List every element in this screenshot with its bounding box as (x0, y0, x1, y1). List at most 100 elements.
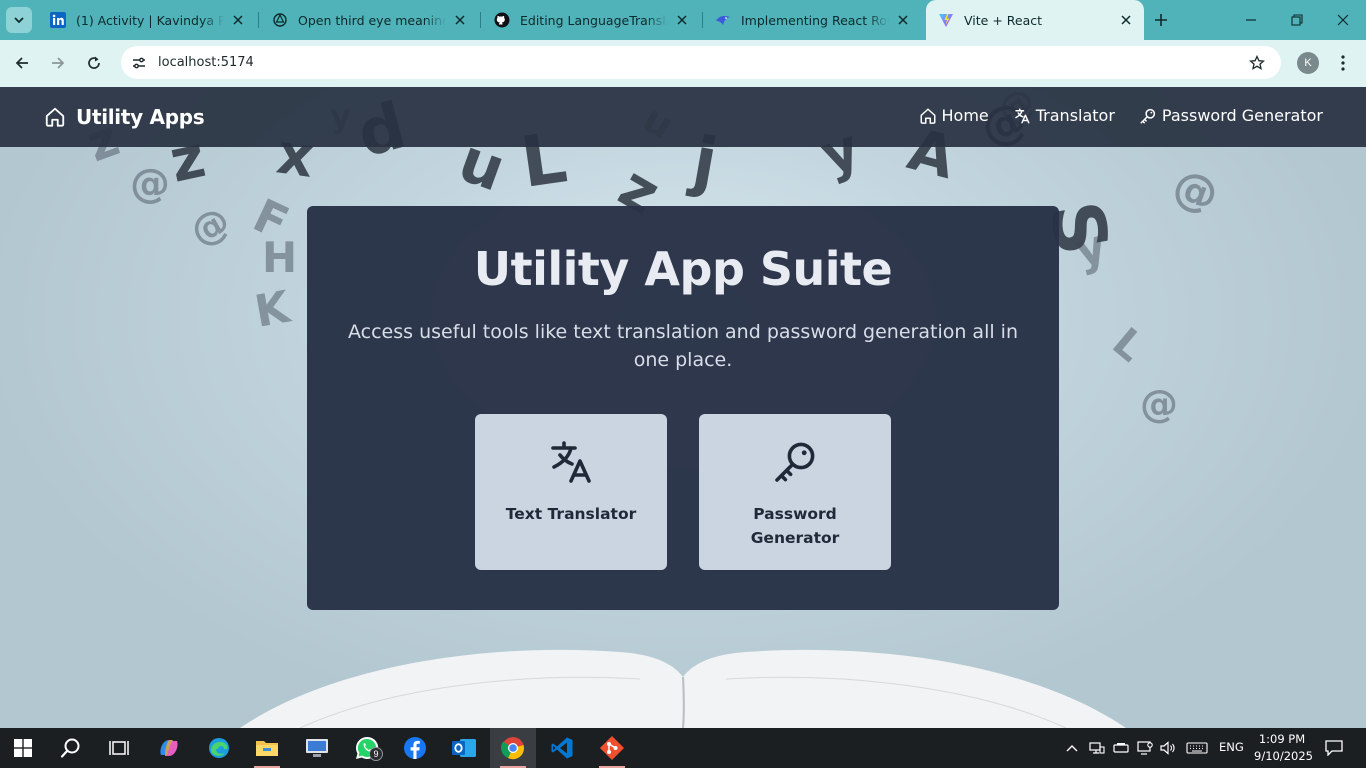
outlook-button[interactable] (441, 728, 487, 768)
git-button[interactable] (589, 728, 635, 768)
close-icon[interactable] (1118, 12, 1134, 28)
file-explorer-button[interactable] (244, 728, 290, 768)
translate-icon (1015, 108, 1030, 123)
chrome-icon (501, 737, 524, 760)
browser-toolbar: localhost:5174 K (0, 40, 1366, 87)
nav-link-label: Password Generator (1161, 106, 1323, 125)
tab-separator (258, 12, 259, 28)
nav-link-translator[interactable]: Translator (1013, 106, 1115, 125)
notification-badge: 9 (369, 747, 383, 761)
browser-tab[interactable]: Open third eye meaning (260, 6, 478, 34)
edge-icon (209, 738, 229, 758)
text-translator-card[interactable]: Text Translator (475, 414, 667, 570)
browser-tab[interactable]: Editing LanguageTranslator/ (482, 6, 700, 34)
notifications-button[interactable] (1320, 728, 1348, 768)
new-tab-button[interactable] (1148, 8, 1174, 32)
vscode-button[interactable] (539, 728, 585, 768)
whatsapp-button[interactable]: 9 (344, 728, 390, 768)
reload-icon (88, 56, 100, 69)
remote-desktop-icon (306, 739, 328, 757)
nav-links: Home Translator Password Generator (895, 106, 1323, 125)
home-icon (45, 107, 65, 127)
browser-tab[interactable]: (1) Activity | Kavindya Pratha (38, 6, 256, 34)
address-bar[interactable]: localhost:5174 (121, 46, 1281, 79)
network-icon[interactable] (1086, 728, 1108, 768)
translate-icon (547, 438, 595, 486)
start-button[interactable] (0, 728, 46, 768)
card-label: Text Translator (505, 505, 637, 523)
forward-button[interactable] (43, 48, 73, 78)
plus-icon (1155, 14, 1167, 26)
key-icon (1140, 108, 1156, 123)
show-hidden-icons-button[interactable] (1062, 728, 1082, 768)
restore-icon (1291, 14, 1303, 26)
tab-title: Implementing React Router (741, 12, 889, 28)
tab-search-button[interactable] (6, 7, 32, 33)
remote-desktop-button[interactable] (294, 728, 340, 768)
usb-drive-icon[interactable] (1110, 728, 1132, 768)
reload-button[interactable] (79, 48, 109, 78)
close-icon[interactable] (230, 12, 246, 28)
hero-panel: Utility App Suite Access useful tools li… (307, 206, 1059, 610)
vite-icon (938, 12, 954, 28)
tab-title: (1) Activity | Kavindya Pratha (76, 12, 224, 28)
edge-button[interactable] (196, 728, 242, 768)
page-viewport: z x d u L z j y A S @ z @ F H K @ @ y L … (0, 87, 1366, 728)
search-button[interactable] (48, 728, 94, 768)
close-icon[interactable] (674, 12, 690, 28)
close-icon[interactable] (895, 12, 911, 28)
task-view-icon (109, 741, 129, 755)
browser-tab-active[interactable]: Vite + React (926, 0, 1144, 40)
github-icon (494, 12, 510, 28)
git-icon (599, 735, 625, 761)
site-info-icon[interactable] (128, 52, 150, 74)
volume-icon[interactable] (1158, 728, 1178, 768)
clock-date: 9/10/2025 (1254, 749, 1313, 763)
tab-separator (480, 12, 481, 28)
browser-menu-button[interactable] (1332, 52, 1354, 74)
tab-title: Open third eye meaning (298, 12, 446, 28)
keyboard-icon[interactable] (1183, 728, 1211, 768)
back-button[interactable] (7, 48, 37, 78)
page-subtitle: Access useful tools like text translatio… (348, 321, 1018, 371)
facebook-icon (404, 737, 426, 759)
chrome-button[interactable] (490, 728, 536, 768)
close-window-button[interactable] (1320, 0, 1366, 40)
browser-tab-strip: (1) Activity | Kavindya Pratha Open thir… (0, 0, 1366, 40)
outlook-icon (452, 739, 476, 757)
minimize-icon (1246, 19, 1256, 21)
nav-link-home[interactable]: Home (919, 106, 989, 125)
system-clock[interactable]: 1:09 PM 9/10/2025 (1254, 731, 1313, 765)
task-view-button[interactable] (96, 728, 142, 768)
arrow-right-icon (52, 57, 65, 69)
key-icon (771, 438, 819, 486)
tab-title: Editing LanguageTranslator/ (520, 12, 668, 28)
page-title: Utility App Suite (473, 242, 893, 296)
password-generator-card[interactable]: Password Generator (699, 414, 891, 570)
chatgpt-icon (272, 12, 288, 28)
browser-tab[interactable]: Implementing React Router (703, 6, 921, 34)
minimize-button[interactable] (1228, 0, 1274, 40)
arrow-left-icon (15, 57, 28, 69)
language-indicator[interactable]: ENG (1219, 740, 1244, 754)
card-label: Password Generator (750, 505, 840, 547)
linkedin-icon (50, 12, 66, 28)
close-icon (1337, 14, 1349, 26)
brand-link[interactable]: Utility Apps (44, 105, 205, 129)
vscode-icon (551, 737, 573, 759)
nav-link-password-generator[interactable]: Password Generator (1139, 106, 1323, 125)
restore-button[interactable] (1274, 0, 1320, 40)
app-navbar: Utility Apps Home Translator Password Ge… (0, 87, 1366, 147)
clock-time: 1:09 PM (1258, 732, 1306, 746)
profile-avatar[interactable]: K (1297, 52, 1319, 74)
chevron-up-icon (1066, 745, 1078, 752)
copilot-button[interactable] (146, 728, 192, 768)
home-icon (920, 108, 935, 124)
display-settings-icon[interactable] (1134, 728, 1156, 768)
close-icon[interactable] (452, 12, 468, 28)
more-vertical-icon (1341, 55, 1345, 71)
nav-link-label: Translator (1035, 106, 1115, 125)
bookmark-star-icon[interactable] (1247, 53, 1267, 73)
facebook-button[interactable] (392, 728, 438, 768)
brand-name: Utility Apps (76, 105, 205, 129)
